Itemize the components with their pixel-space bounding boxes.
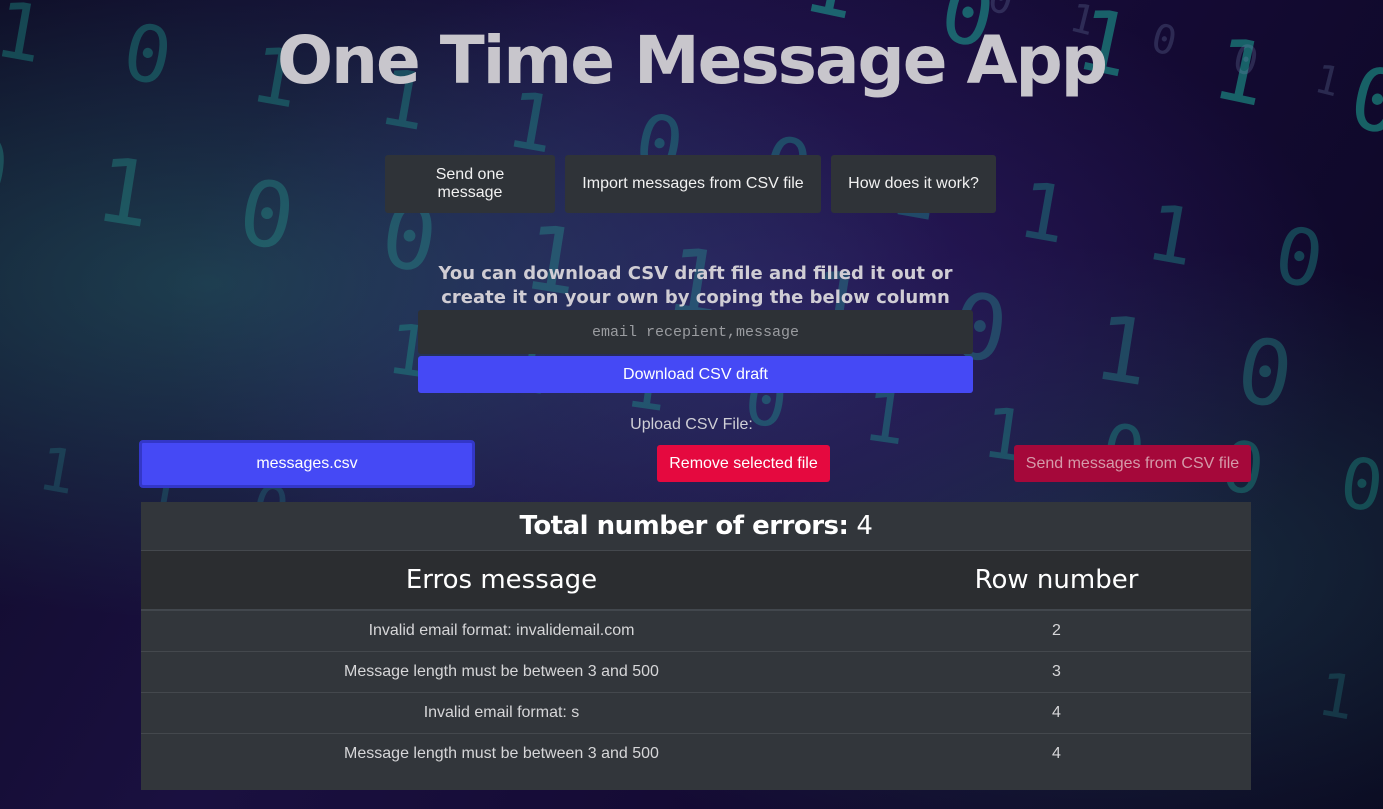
send-one-message-button[interactable]: Send one message bbox=[385, 155, 555, 213]
remove-selected-file-button[interactable]: Remove selected file bbox=[657, 445, 830, 482]
errors-total-count: 4 bbox=[856, 511, 873, 541]
column-header-row: Row number bbox=[974, 565, 1139, 595]
download-csv-draft-button[interactable]: Download CSV draft bbox=[418, 356, 973, 393]
table-row: Message length must be between 3 and 500… bbox=[141, 652, 1251, 693]
table-row: Invalid email format: invalidemail.com 2 bbox=[141, 611, 1251, 652]
error-message-cell: Invalid email format: s bbox=[423, 704, 580, 721]
error-message-cell: Message length must be between 3 and 500 bbox=[344, 663, 659, 680]
row-number-cell: 4 bbox=[1052, 745, 1061, 762]
how-it-works-button[interactable]: How does it work? bbox=[831, 155, 996, 213]
errors-table-header: Erros message Row number bbox=[141, 551, 1251, 611]
table-row: Message length must be between 3 and 500… bbox=[141, 734, 1251, 774]
import-csv-button[interactable]: Import messages from CSV file bbox=[565, 155, 821, 213]
table-row: Invalid email format: s 4 bbox=[141, 693, 1251, 734]
errors-table-body: Invalid email format: invalidemail.com 2… bbox=[141, 611, 1251, 774]
error-message-cell: Invalid email format: invalidemail.com bbox=[368, 622, 635, 639]
page-content: One Time Message App Send one message Im… bbox=[0, 0, 1383, 809]
send-messages-csv-button[interactable]: Send messages from CSV file bbox=[1014, 445, 1251, 482]
column-header-message: Erros message bbox=[405, 565, 598, 595]
errors-total-label: Total number of errors: bbox=[519, 511, 849, 541]
row-number-cell: 3 bbox=[1052, 663, 1061, 680]
app-title: One Time Message App bbox=[276, 22, 1108, 99]
file-upload-input[interactable]: messages.csv bbox=[139, 440, 475, 488]
errors-panel: Total number of errors: 4 Erros message … bbox=[141, 502, 1251, 790]
row-number-cell: 2 bbox=[1052, 622, 1061, 639]
column-names-box[interactable]: email recepient,message bbox=[418, 310, 973, 354]
error-message-cell: Message length must be between 3 and 500 bbox=[344, 745, 659, 762]
errors-total: Total number of errors: 4 bbox=[141, 502, 1251, 551]
row-number-cell: 4 bbox=[1052, 704, 1061, 721]
main-nav: Send one message Import messages from CS… bbox=[385, 155, 996, 213]
upload-csv-label: Upload CSV File: bbox=[630, 416, 753, 433]
